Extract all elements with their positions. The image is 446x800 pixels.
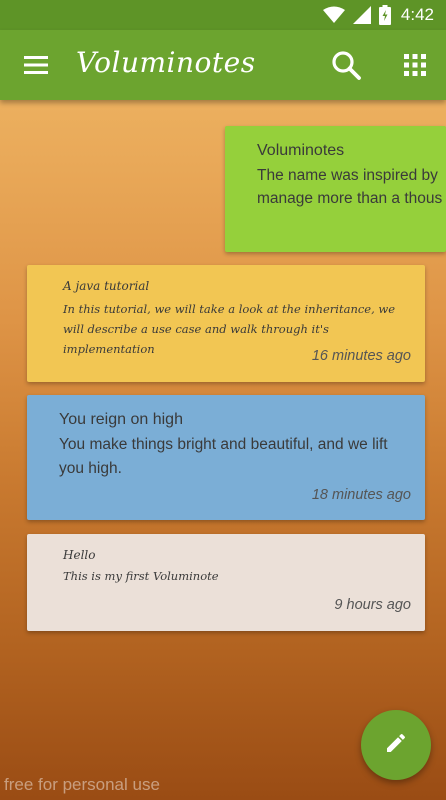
status-bar: 4:42 [0, 0, 446, 30]
note-title: Voluminotes [257, 142, 345, 159]
search-icon[interactable] [328, 48, 364, 84]
grid-view-icon[interactable] [400, 50, 430, 80]
note-body: The name was inspired by manage more tha… [257, 164, 443, 210]
note-timestamp: 18 minutes ago [311, 487, 411, 503]
battery-icon [378, 5, 391, 25]
note-title: A java tutorial [63, 279, 150, 293]
note-card-hello[interactable]: Hello This is my first Voluminote 9 hour… [27, 534, 425, 631]
app-toolbar: Voluminotes [0, 30, 446, 100]
note-body-line: manage more than a thous [257, 190, 443, 207]
app-title: Voluminotes [76, 46, 256, 79]
note-title: You reign on high [59, 411, 183, 428]
menu-icon[interactable] [20, 51, 52, 79]
new-note-button[interactable] [361, 710, 431, 780]
note-body: This is my first Voluminote [63, 569, 219, 583]
note-body-line: The name was inspired by [257, 167, 438, 184]
note-body: You make things bright and beautiful, an… [59, 436, 388, 477]
edit-pencil-icon [384, 731, 408, 760]
wifi-icon [322, 6, 345, 24]
note-card-java-tutorial[interactable]: A java tutorial In this tutorial, we wil… [27, 265, 425, 382]
note-timestamp: 9 hours ago [334, 597, 411, 613]
note-timestamp: 16 minutes ago [311, 348, 411, 364]
note-card-you-reign-on-high[interactable]: You reign on high You make things bright… [27, 395, 425, 520]
status-time: 4:42 [400, 5, 434, 24]
watermark-text: free for personal use [4, 775, 160, 794]
note-card-voluminotes[interactable]: Voluminotes The name was inspired by man… [225, 126, 446, 252]
note-title: Hello [63, 548, 96, 562]
signal-icon [352, 6, 371, 24]
